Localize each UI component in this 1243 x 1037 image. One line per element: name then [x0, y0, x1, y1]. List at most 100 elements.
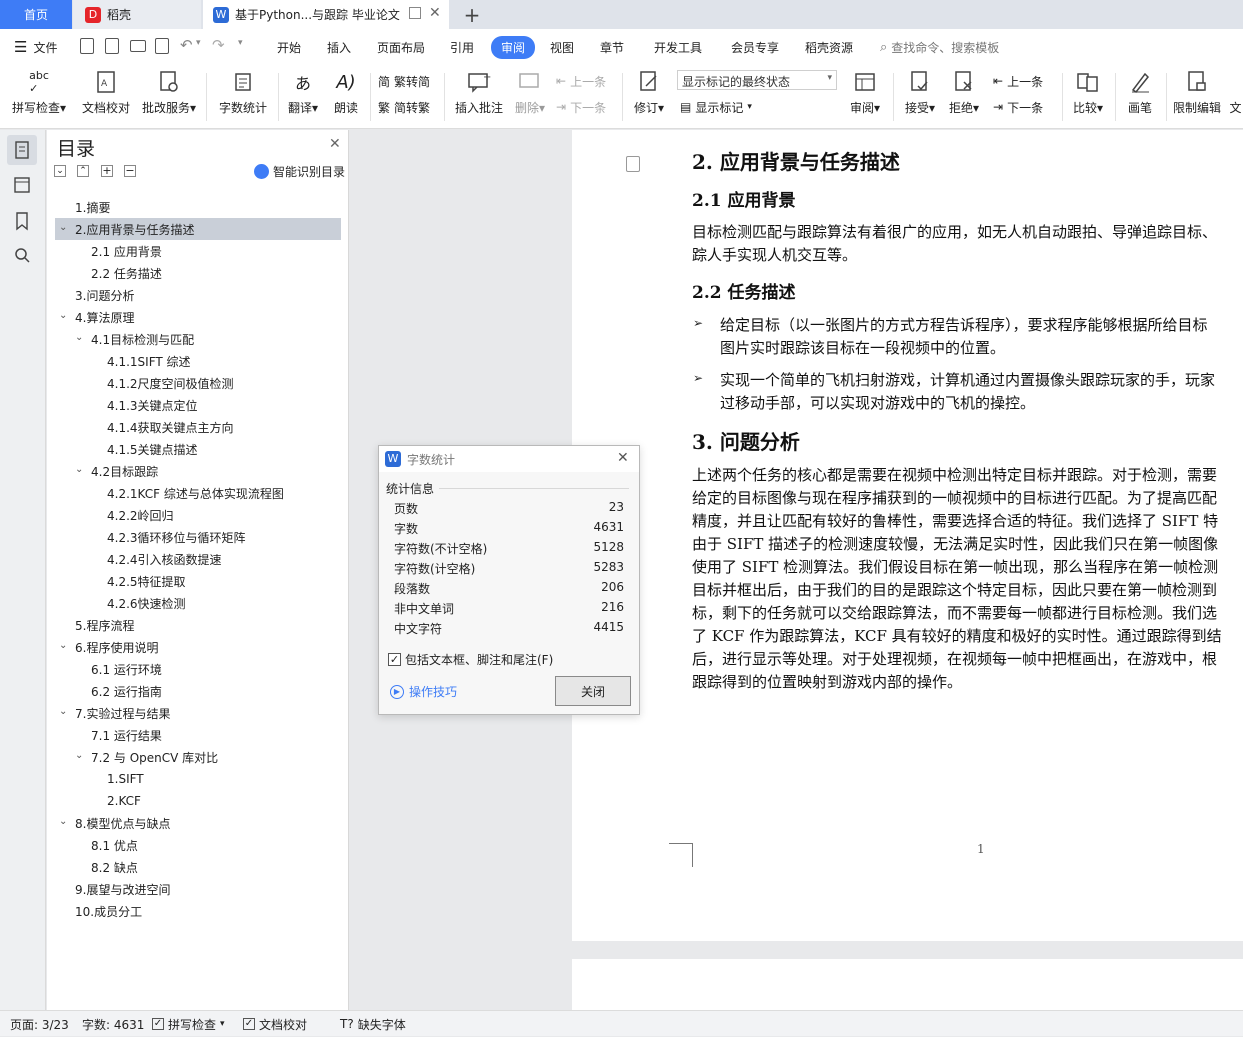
include-textbox-checkbox[interactable]: ✓ 包括文本框、脚注和尾注(F)	[388, 651, 553, 668]
toc-item[interactable]: 4.2.6快速检测	[55, 592, 341, 614]
undo-dropdown-icon[interactable]: ▾	[196, 38, 201, 48]
menu-view[interactable]: 视图	[550, 29, 574, 65]
menu-layout[interactable]: 页面布局	[377, 29, 425, 65]
tab-daoke[interactable]: D 稻壳	[73, 0, 201, 29]
toc-item[interactable]: ⌄ 8.模型优点与缺点	[55, 812, 341, 834]
undo-icon[interactable]: ↶	[180, 36, 193, 54]
chevron-down-icon[interactable]: ⌄	[75, 750, 85, 761]
toc-item[interactable]: 4.1.3关键点定位	[55, 394, 341, 416]
compare-button[interactable]: 比较▾	[1068, 69, 1108, 125]
page-indicator[interactable]: 页面: 3/23	[10, 1011, 69, 1037]
reject-button[interactable]: 拒绝▾	[944, 69, 984, 125]
print-icon[interactable]	[130, 40, 146, 52]
show-markup-button[interactable]: ▤ 显示标记 ▾	[680, 97, 752, 117]
toc-item[interactable]: 9.展望与改进空间	[55, 878, 341, 900]
toc-item[interactable]: 4.2.1KCF 综述与总体实现流程图	[55, 482, 341, 504]
menu-references[interactable]: 引用	[450, 29, 474, 65]
save-icon[interactable]	[80, 38, 94, 54]
toc-item[interactable]: 7.1 运行结果	[55, 724, 341, 746]
read-aloud-button[interactable]: A) 朗读	[328, 69, 364, 125]
toc-item[interactable]: 2.2 任务描述	[55, 262, 341, 284]
remove-heading-icon[interactable]: −	[124, 165, 136, 177]
next-comment-button[interactable]: ⇥ 下一条	[556, 97, 606, 117]
bookmark-nav-button[interactable]	[7, 206, 37, 236]
translate-button[interactable]: あ 翻译▾	[284, 69, 322, 125]
menu-developer[interactable]: 开发工具	[654, 29, 702, 65]
collapse-all-icon[interactable]: ⌃	[77, 165, 89, 177]
spell-check-button[interactable]: abc ✓ 拼写检查▾	[8, 69, 70, 125]
chevron-down-icon[interactable]: ⌄	[75, 332, 85, 343]
float-window-icon[interactable]	[409, 7, 421, 19]
tips-link[interactable]: ▶ 操作技巧	[390, 683, 457, 700]
chapter-nav-button[interactable]	[7, 170, 37, 200]
toc-item[interactable]: 4.1.5关键点描述	[55, 438, 341, 460]
toc-item[interactable]: ⌄ 4.1目标检测与匹配	[55, 328, 341, 350]
dialog-titlebar[interactable]: W 字数统计 ✕	[379, 446, 639, 472]
toc-item[interactable]: ⌄ 7.实验过程与结果	[55, 702, 341, 724]
close-tab-icon[interactable]: ✕	[429, 5, 441, 21]
toc-item[interactable]: 8.2 缺点	[55, 856, 341, 878]
export-pdf-icon[interactable]	[105, 38, 119, 54]
trad-to-simp-button[interactable]: 简繁转简	[378, 71, 430, 91]
toc-item[interactable]: ⌄ 7.2 与 OpenCV 库对比	[55, 746, 341, 768]
close-dialog-button[interactable]: 关闭	[555, 676, 631, 706]
tab-home[interactable]: 首页	[0, 0, 72, 29]
expand-all-icon[interactable]: ⌄	[54, 165, 66, 177]
accept-button[interactable]: 接受▾	[900, 69, 940, 125]
batch-correct-button[interactable]: 批改服务▾	[139, 69, 199, 125]
toc-item[interactable]: 1.摘要	[55, 196, 341, 218]
prev-change-button[interactable]: ⇤ 上一条	[993, 71, 1043, 91]
doc-cut-button[interactable]: 文	[1228, 69, 1243, 125]
pen-button[interactable]: 画笔	[1120, 69, 1160, 125]
toc-item[interactable]: ⌄ 6.程序使用说明	[55, 636, 341, 658]
close-icon[interactable]: ✕	[329, 136, 341, 152]
next-change-button[interactable]: ⇥ 下一条	[993, 97, 1043, 117]
proofread-button[interactable]: A 文档校对	[79, 69, 133, 125]
add-heading-icon[interactable]: +	[101, 165, 113, 177]
redo-icon[interactable]: ↷	[212, 36, 225, 54]
toc-item[interactable]: 4.2.3循环移位与循环矩阵	[55, 526, 341, 548]
toc-item[interactable]: 2.1 应用背景	[55, 240, 341, 262]
toc-item[interactable]: 1.SIFT	[55, 768, 341, 790]
toc-item[interactable]: ⌄ 4.算法原理	[55, 306, 341, 328]
word-count-indicator[interactable]: 字数: 4631	[82, 1011, 144, 1037]
close-icon[interactable]: ✕	[617, 450, 629, 466]
delete-comment-button[interactable]: 删除▾	[510, 69, 550, 125]
toc-item[interactable]: 4.1.1SIFT 综述	[55, 350, 341, 372]
tab-document[interactable]: W 基于Python...与跟踪 毕业论文 ✕	[203, 0, 449, 29]
toc-item[interactable]: 4.1.4获取关键点主方向	[55, 416, 341, 438]
menu-start[interactable]: 开始	[277, 29, 301, 65]
toc-item[interactable]: 2.KCF	[55, 790, 341, 812]
chevron-down-icon[interactable]: ⌄	[75, 464, 85, 475]
toc-nav-button[interactable]	[7, 135, 37, 165]
page-comment-icon[interactable]	[626, 156, 640, 172]
toc-item[interactable]: 8.1 优点	[55, 834, 341, 856]
menu-review[interactable]: 审阅	[491, 29, 536, 65]
command-search[interactable]: ⌕ 查找命令、搜索模板	[880, 29, 999, 65]
toc-item[interactable]: ⌄ 4.2目标跟踪	[55, 460, 341, 482]
toc-item[interactable]: 10.成员分工	[55, 900, 341, 922]
chevron-down-icon[interactable]: ⌄	[59, 816, 69, 827]
toc-item[interactable]: 5.程序流程	[55, 614, 341, 636]
prev-comment-button[interactable]: ⇤ 上一条	[556, 71, 606, 91]
chevron-down-icon[interactable]: ⌄	[59, 640, 69, 651]
status-proofread[interactable]: ✓ 文档校对	[243, 1011, 307, 1037]
markup-state-select[interactable]: 显示标记的最终状态 ▾	[677, 70, 837, 90]
track-changes-button[interactable]: 修订▾	[630, 69, 668, 125]
file-menu[interactable]: ☰ 文件	[14, 29, 57, 65]
menu-chapter[interactable]: 章节	[600, 29, 624, 65]
chevron-down-icon[interactable]: ⌄	[59, 310, 69, 321]
toc-item[interactable]: 4.2.2岭回归	[55, 504, 341, 526]
smart-toc-button[interactable]: 智能识别目录	[254, 163, 345, 180]
menu-insert[interactable]: 插入	[327, 29, 351, 65]
simp-to-trad-button[interactable]: 繁简转繁	[378, 97, 430, 117]
toc-item[interactable]: 4.2.5特征提取	[55, 570, 341, 592]
menu-daoke-resources[interactable]: 稻壳资源	[805, 29, 853, 65]
new-tab-button[interactable]: +	[460, 0, 484, 29]
print-preview-icon[interactable]	[155, 38, 169, 54]
toc-item[interactable]: 6.2 运行指南	[55, 680, 341, 702]
restrict-edit-button[interactable]: 限制编辑	[1172, 69, 1222, 125]
status-spell-check[interactable]: ✓ 拼写检查 ▾	[152, 1011, 225, 1037]
missing-font-indicator[interactable]: T? 缺失字体	[340, 1011, 406, 1037]
menu-member[interactable]: 会员专享	[731, 29, 779, 65]
